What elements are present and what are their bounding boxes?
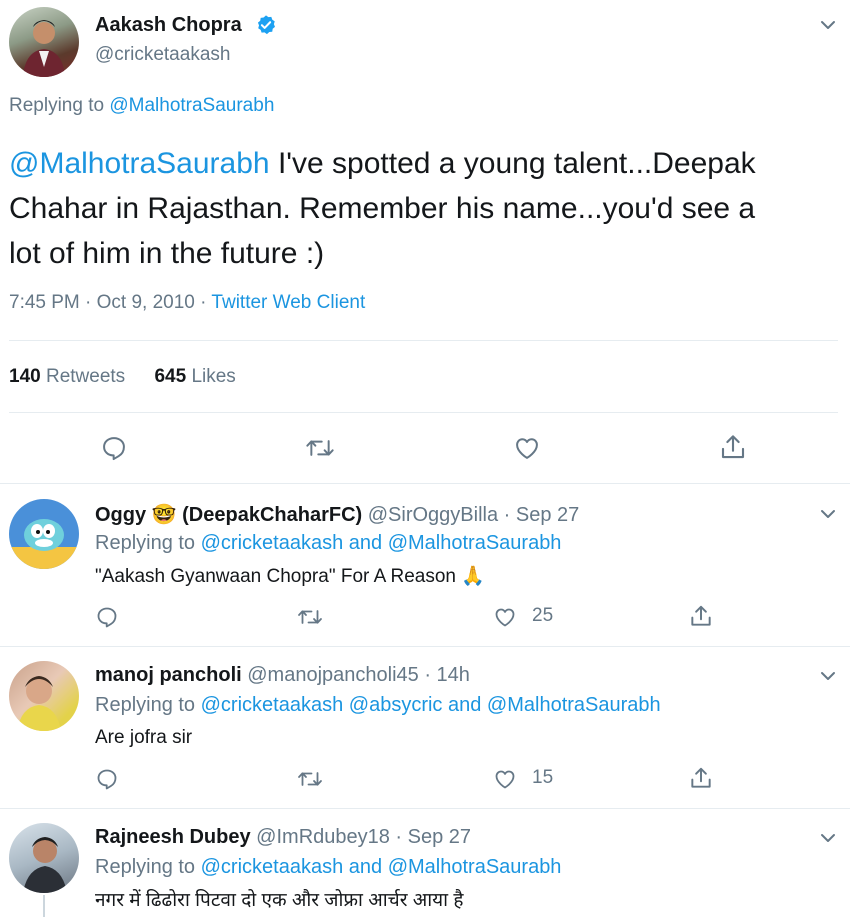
reply-mention[interactable]: @absycric [349, 694, 443, 716]
divider [9, 340, 838, 341]
more-options-chevron-icon[interactable] [817, 665, 839, 687]
tweet-text: @MalhotraSaurabh I've spotted a young ta… [9, 141, 844, 276]
reply-header: Oggy 🤓 (DeepakChaharFC) @SirOggyBilla · … [95, 502, 579, 527]
tweet-text-line3: lot of him in the future :) [9, 237, 325, 270]
reply-avatar[interactable] [9, 823, 79, 893]
reply-handle-time[interactable]: @manojpancholi45 · 14h [247, 664, 470, 686]
reply-text: "Aakash Gyanwaan Chopra" For A Reason 🙏 [95, 566, 485, 587]
retweets-label: Retweets [45, 366, 126, 387]
likes-label: Likes [191, 366, 236, 387]
more-options-chevron-icon[interactable] [817, 14, 839, 36]
retweets-count: 140 [9, 366, 41, 387]
reply-icon[interactable] [100, 434, 128, 462]
reply-icon[interactable] [95, 605, 119, 629]
reply-header: Rajneesh Dubey @ImRdubey18 · Sep 27 [95, 826, 471, 849]
like-heart-icon[interactable] [512, 434, 542, 462]
reply-replying-to: Replying to @cricketaakash and @Malhotra… [95, 532, 561, 555]
divider [9, 412, 838, 413]
reply-avatar[interactable] [9, 499, 79, 569]
reply-icon[interactable] [95, 767, 119, 791]
rajneesh-avatar-image [23, 837, 67, 893]
like-count: 25 [532, 605, 554, 626]
oggy-avatar-image [9, 519, 79, 569]
author-handle[interactable]: @cricketaakash [95, 44, 230, 66]
reply-text: Are jofra sir [95, 727, 193, 748]
reply-avatar[interactable] [9, 661, 79, 731]
more-options-chevron-icon[interactable] [817, 503, 839, 525]
divider [0, 646, 850, 647]
tweet-source[interactable]: Twitter Web Client [211, 292, 365, 313]
replying-prefix: Replying to [95, 532, 196, 554]
tweet-text-line2: Chahar in Rajasthan. Remember his name..… [9, 192, 756, 225]
reply-handle-time[interactable]: @ImRdubey18 · Sep 27 [256, 826, 471, 848]
share-icon[interactable] [718, 432, 748, 462]
likes-stat[interactable]: 645 Likes [154, 366, 235, 387]
author-avatar[interactable] [9, 7, 79, 77]
author-avatar-image [23, 20, 65, 77]
reply-header: manoj pancholi @manojpancholi45 · 14h [95, 664, 470, 687]
likes-count: 645 [154, 366, 187, 387]
like-count: 15 [532, 767, 554, 788]
tweet-mention[interactable]: @MalhotraSaurabh [9, 147, 270, 180]
reply-author-name[interactable]: Rajneesh Dubey [95, 826, 251, 848]
reply-mention[interactable]: @cricketaakash [201, 532, 344, 554]
tweet-time[interactable]: 7:45 PM · Oct 9, 2010 · [9, 292, 211, 313]
share-icon[interactable] [688, 765, 714, 791]
reply-mention[interactable]: @MalhotraSaurabh [487, 694, 661, 716]
reply-mention-and[interactable]: and [349, 856, 382, 878]
replying-prefix: Replying to [95, 694, 196, 716]
verified-badge-icon [255, 14, 277, 36]
reply-mention[interactable]: @MalhotraSaurabh [388, 856, 562, 878]
manoj-avatar-image [17, 676, 61, 731]
like-heart-icon[interactable] [492, 605, 518, 629]
divider [0, 483, 850, 484]
tweet-stats: 140 Retweets 645 Likes [9, 366, 236, 388]
thread-line [43, 895, 45, 917]
reply-mention-and[interactable]: and [448, 694, 481, 716]
reply-author-name[interactable]: manoj pancholi [95, 664, 242, 686]
like-heart-icon[interactable] [492, 767, 518, 791]
share-icon[interactable] [688, 603, 714, 629]
reply-author-name[interactable]: Oggy 🤓 (DeepakChaharFC) [95, 504, 362, 526]
reply-handle-time[interactable]: @SirOggyBilla · Sep 27 [368, 504, 580, 526]
tweet-text-line1: I've spotted a young talent...Deepak [277, 147, 756, 180]
reply-replying-to: Replying to @cricketaakash @absycric and… [95, 694, 661, 717]
tweet-meta: 7:45 PM · Oct 9, 2010 · Twitter Web Clie… [9, 292, 365, 314]
replying-to-prefix: Replying to [9, 95, 105, 116]
author-name[interactable]: Aakash Chopra [95, 14, 242, 37]
retweet-icon[interactable] [297, 605, 323, 629]
reply-text: नगर में ढिढोरा पिटवा दो एक और जोफ्रा आर्… [95, 890, 464, 911]
retweet-icon[interactable] [305, 434, 335, 462]
divider [0, 808, 850, 809]
replying-to-line: Replying to @MalhotraSaurabh [9, 95, 274, 117]
replying-to-mention[interactable]: @MalhotraSaurabh [109, 95, 274, 116]
retweet-icon[interactable] [297, 767, 323, 791]
retweets-stat[interactable]: 140 Retweets [9, 366, 125, 387]
reply-mention-and[interactable]: and [349, 532, 382, 554]
reply-mention[interactable]: @cricketaakash [201, 856, 344, 878]
reply-replying-to: Replying to @cricketaakash and @Malhotra… [95, 856, 561, 879]
reply-mention[interactable]: @MalhotraSaurabh [388, 532, 562, 554]
more-options-chevron-icon[interactable] [817, 827, 839, 849]
reply-mention[interactable]: @cricketaakash [201, 694, 344, 716]
replying-prefix: Replying to [95, 856, 196, 878]
